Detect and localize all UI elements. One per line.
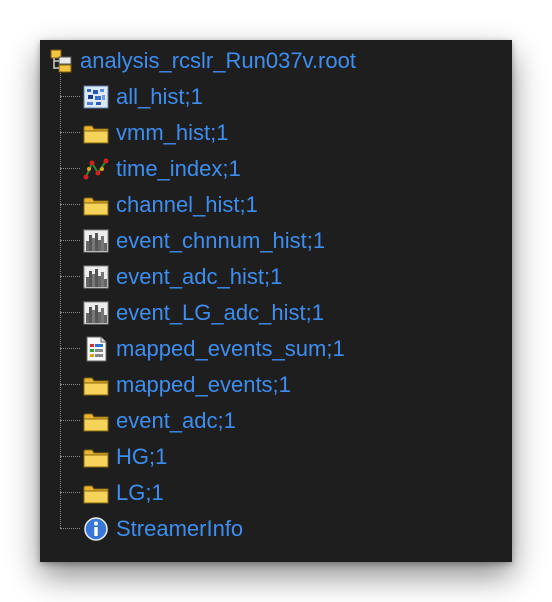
tree-connector: [60, 204, 80, 206]
tree-item-event-adc[interactable]: event_adc;1: [60, 406, 236, 436]
tree-item-mapped-events-sum[interactable]: mapped_events_sum;1: [60, 334, 345, 364]
tree-item-label: mapped_events;1: [116, 372, 291, 397]
tree-item-event-lg-adc-hist[interactable]: event_LG_adc_hist;1: [60, 298, 324, 328]
tree-connector: [60, 276, 80, 278]
folder-icon: [82, 119, 110, 147]
tree-connector: [60, 96, 80, 98]
tree-item-event-chnnum-hist[interactable]: event_chnnum_hist;1: [60, 226, 325, 256]
tree-item-label: mapped_events_sum;1: [116, 336, 345, 361]
tree-item-label: StreamerInfo: [116, 516, 244, 541]
tree-item-hg[interactable]: HG;1: [60, 442, 167, 472]
tree-item-vmm-hist[interactable]: vmm_hist;1: [60, 118, 228, 148]
tree-item-channel-hist[interactable]: channel_hist;1: [60, 190, 258, 220]
file-tree: analysis_rcslr_Run037v.root all_hist;1 v…: [40, 40, 512, 562]
tree-connector: [60, 312, 80, 314]
histogram-2d-icon: [82, 83, 110, 111]
tree-root-label: analysis_rcslr_Run037v.root: [80, 48, 356, 73]
tree-item-label: LG;1: [116, 480, 164, 505]
folder-icon: [82, 443, 110, 471]
tree-connector: [60, 132, 80, 134]
tree-connector: [60, 168, 80, 170]
tree-item-label: event_chnnum_hist;1: [116, 228, 326, 253]
tree-item-label: channel_hist;1: [116, 192, 258, 217]
tree-item-label: event_adc;1: [116, 408, 236, 433]
folder-icon: [82, 407, 110, 435]
folder-icon: [82, 479, 110, 507]
info-icon: [82, 515, 110, 543]
tree-item-time-index[interactable]: time_index;1: [60, 154, 241, 184]
root-browser-panel: analysis_rcslr_Run037v.root all_hist;1 v…: [40, 40, 512, 562]
root-file-icon: [48, 47, 76, 75]
tree-item-label: HG;1: [116, 444, 168, 469]
tree-item-event-adc-hist[interactable]: event_adc_hist;1: [60, 262, 282, 292]
folder-icon: [82, 191, 110, 219]
tree-item-label: vmm_hist;1: [116, 120, 229, 145]
tree-connector: [60, 456, 80, 458]
tree-connector: [60, 492, 80, 494]
tree-item-mapped-events[interactable]: mapped_events;1: [60, 370, 291, 400]
histogram-1d-icon: [82, 263, 110, 291]
tree-item-label: event_LG_adc_hist;1: [116, 300, 324, 325]
tree-item-label: all_hist;1: [116, 84, 203, 109]
tree-item-lg[interactable]: LG;1: [60, 478, 164, 508]
tree-connector: [60, 420, 80, 422]
tree-connector: [60, 348, 80, 350]
tree-item-all-hist[interactable]: all_hist;1: [60, 82, 203, 112]
histogram-1d-icon: [82, 227, 110, 255]
folder-icon: [82, 371, 110, 399]
tree-icon: [82, 155, 110, 183]
tree-item-label: event_adc_hist;1: [116, 264, 283, 289]
tree-root-file[interactable]: analysis_rcslr_Run037v.root: [48, 46, 356, 76]
tree-connector: [60, 528, 80, 530]
tree-connector: [60, 384, 80, 386]
ntuple-icon: [82, 335, 110, 363]
tree-connector: [60, 240, 80, 242]
histogram-1d-icon: [82, 299, 110, 327]
tree-item-streamerinfo[interactable]: StreamerInfo: [60, 514, 243, 544]
tree-item-label: time_index;1: [116, 156, 241, 181]
